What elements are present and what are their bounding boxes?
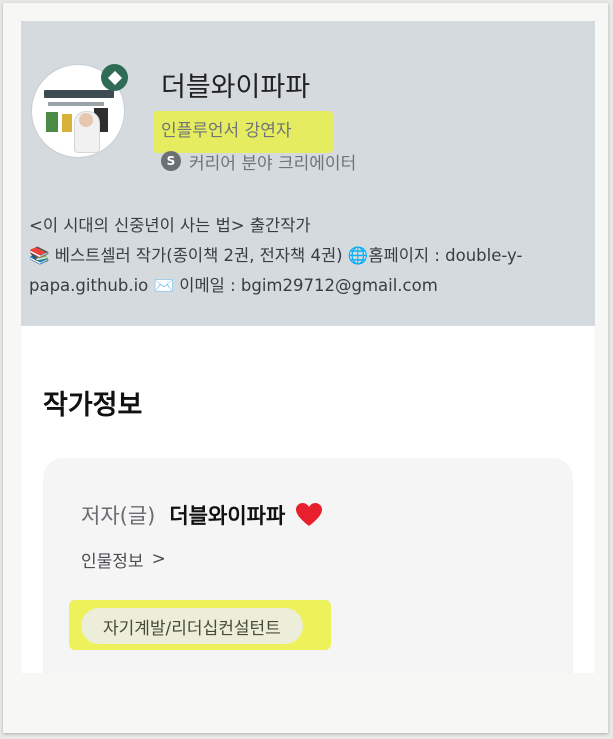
author-role-label: 저자(글)	[81, 504, 156, 528]
photo-frame: 더블와이파파 인플루언서 강연자 S 커리어 분야 크리에이터 <이 시대의 신…	[3, 3, 608, 733]
screenshot-area: 더블와이파파 인플루언서 강연자 S 커리어 분야 크리에이터 <이 시대의 신…	[21, 21, 595, 673]
profile-bio: <이 시대의 신중년이 사는 법> 출간작가 📚 베스트셀러 작가(종이책 2권…	[29, 211, 589, 301]
profile-info-link[interactable]: 인물정보 >	[81, 546, 166, 572]
creator-s-icon: S	[161, 151, 181, 171]
pen-badge-icon	[101, 64, 128, 91]
profile-name: 더블와이파파	[161, 72, 311, 103]
section-title: 작가정보	[43, 390, 143, 421]
bio-line: <이 시대의 신중년이 사는 법> 출간작가	[29, 216, 311, 235]
profile-header: 더블와이파파 인플루언서 강연자 S 커리어 분야 크리에이터 <이 시대의 신…	[21, 21, 595, 326]
author-name[interactable]: 더블와이파파	[169, 500, 285, 530]
bio-line: papa.github.io ✉️ 이메일 : bgim29712@gmail.…	[29, 276, 438, 295]
chevron-right-icon: >	[151, 549, 166, 569]
creator-label: S 커리어 분야 크리에이터	[161, 149, 357, 174]
author-line: 저자(글) 더블와이파파	[81, 498, 323, 532]
author-card: 저자(글) 더블와이파파 인물정보 > 자기계발/리더십컨설턴트	[43, 458, 573, 673]
heart-icon[interactable]	[295, 502, 323, 528]
profile-role: 인플루언서 강연자	[161, 121, 292, 141]
category-tag[interactable]: 자기계발/리더십컨설턴트	[81, 608, 303, 644]
creator-text: 커리어 분야 크리에이터	[189, 153, 357, 174]
bio-line: 📚 베스트셀러 작가(종이책 2권, 전자책 4권) 🌐홈페이지 : doubl…	[29, 246, 523, 265]
profile-info-label: 인물정보	[81, 551, 144, 572]
